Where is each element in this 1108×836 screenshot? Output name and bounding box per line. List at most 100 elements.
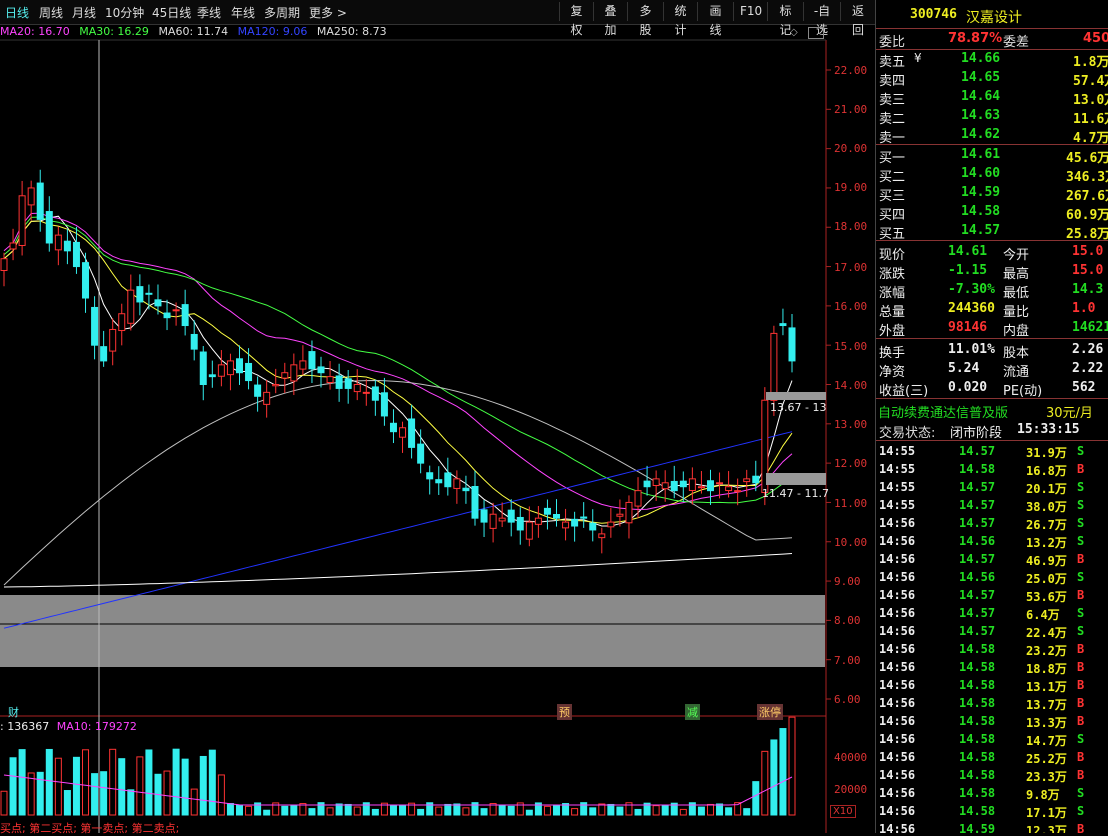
tick-row[interactable]: 14:56 14.58 17.1万 S xyxy=(876,802,1108,820)
tick-row[interactable]: 14:56 14.58 13.7万 B xyxy=(876,694,1108,712)
tick-row[interactable]: 14:56 14.56 13.2万 S xyxy=(876,532,1108,550)
trade-status-label: 交易状态: xyxy=(879,426,936,441)
candle xyxy=(371,386,379,401)
tick-row[interactable]: 14:56 14.57 53.6万 B xyxy=(876,586,1108,604)
volume-bar xyxy=(661,805,669,816)
ask-level: 卖四 14.65 57.4万 xyxy=(876,69,1108,89)
stat-label: 流通 xyxy=(1003,365,1030,380)
tick-price: 14.58 xyxy=(959,660,996,674)
kline-chart[interactable] xyxy=(0,0,875,833)
event-tag-finance[interactable]: 财 xyxy=(6,704,21,720)
tick-price: 14.58 xyxy=(959,642,996,656)
tick-direction: S xyxy=(1077,570,1085,584)
stat-row: 现价 14.61 今开 15.0 xyxy=(876,243,1108,263)
tick-time: 14:56 xyxy=(879,822,916,833)
event-tag-limit-up[interactable]: 涨停 xyxy=(757,704,783,720)
volume-bar xyxy=(571,808,579,816)
tick-row[interactable]: 14:56 14.58 25.2万 B xyxy=(876,748,1108,766)
tick-price: 14.58 xyxy=(959,714,996,728)
stat-label: 现价 xyxy=(879,248,906,263)
tick-volume: 25.0万 xyxy=(1026,572,1067,586)
candle xyxy=(589,522,597,531)
tick-row[interactable]: 14:56 14.58 18.8万 B xyxy=(876,658,1108,676)
volume-bar xyxy=(163,770,171,816)
candle xyxy=(217,364,225,377)
stat-row: 净资 5.24 流通 2.22 xyxy=(876,360,1108,380)
candle xyxy=(136,286,144,303)
tick-row[interactable]: 14:56 14.57 22.4万 S xyxy=(876,622,1108,640)
candle xyxy=(408,418,416,448)
volume-bar xyxy=(743,808,751,816)
candle xyxy=(353,384,361,393)
tick-row[interactable]: 14:56 14.57 26.7万 S xyxy=(876,514,1108,532)
price-tick: 15.00 xyxy=(834,340,868,353)
candle xyxy=(489,513,497,529)
candle xyxy=(54,234,62,251)
candle xyxy=(18,195,26,246)
price-tick: 11.00 xyxy=(834,497,868,510)
tick-volume: 22.4万 xyxy=(1026,626,1067,640)
tick-volume: 25.2万 xyxy=(1026,752,1067,766)
stat-value: 14621 xyxy=(1072,320,1108,335)
volume-bar xyxy=(507,805,515,816)
tick-price: 14.58 xyxy=(959,768,996,782)
tick-row[interactable]: 14:56 14.58 23.3万 B xyxy=(876,766,1108,784)
price-tick: 8.00 xyxy=(834,614,861,627)
volume-legend: : 136367 MA10: 179272 xyxy=(0,720,137,733)
candle xyxy=(571,518,579,527)
tick-row[interactable]: 14:56 14.58 9.8万 S xyxy=(876,784,1108,802)
candle xyxy=(299,360,307,370)
tick-row[interactable]: 14:56 14.59 12.3万 B xyxy=(876,820,1108,833)
price-tick: 14.00 xyxy=(834,379,868,392)
stat-row: 外盘 98146 内盘 14621 xyxy=(876,319,1108,339)
signal-bar: 买点; 第二买点; 第一卖点; 第二卖点; xyxy=(0,820,825,835)
tick-volume: 53.6万 xyxy=(1026,590,1067,604)
tick-direction: B xyxy=(1077,588,1085,602)
tick-row[interactable]: 14:56 14.57 46.9万 B xyxy=(876,550,1108,568)
tick-row[interactable]: 14:56 14.56 25.0万 S xyxy=(876,568,1108,586)
bid-price: 14.58 xyxy=(961,204,1001,219)
stat-value: 2.22 xyxy=(1072,361,1104,376)
candle xyxy=(199,351,207,386)
volume-bar xyxy=(543,805,551,816)
volume-bar xyxy=(706,803,714,816)
promo-price[interactable]: 30元/月 xyxy=(1046,402,1093,421)
volume-bar xyxy=(353,806,361,816)
event-tag-forecast[interactable]: 预 xyxy=(557,704,572,720)
candle xyxy=(471,485,479,519)
event-tag-reduce[interactable]: 减 xyxy=(685,704,700,720)
promo-text[interactable]: 自动续费通达信普及版 xyxy=(878,402,1008,421)
stat-label: PE(动) xyxy=(1003,384,1043,399)
tick-row[interactable]: 14:56 14.58 23.2万 B xyxy=(876,640,1108,658)
bid-volume: 60.9万 xyxy=(1066,208,1108,223)
tick-price: 14.56 xyxy=(959,534,996,548)
ask-level: 卖一 14.62 4.7万 xyxy=(876,126,1108,146)
tick-row[interactable]: 14:56 14.58 14.7万 S xyxy=(876,730,1108,748)
tick-price: 14.57 xyxy=(959,480,996,494)
ask-volume: 57.4万 xyxy=(1073,74,1108,89)
vol-ma5-value: : 136367 xyxy=(0,720,50,733)
price-tick: 16.00 xyxy=(834,300,868,313)
volume-bar xyxy=(27,772,35,816)
bid-level: 买二 14.60 346.3万 xyxy=(876,165,1108,185)
tick-row[interactable]: 14:56 14.58 13.1万 B xyxy=(876,676,1108,694)
candle xyxy=(127,289,135,324)
tick-row[interactable]: 14:56 14.57 6.4万 S xyxy=(876,604,1108,622)
volume-bar xyxy=(281,805,289,816)
bid-label: 买四 xyxy=(879,208,906,223)
tick-volume: 26.7万 xyxy=(1026,518,1067,532)
tick-row[interactable]: 14:56 14.58 13.3万 B xyxy=(876,712,1108,730)
bid-price: 14.61 xyxy=(961,147,1001,162)
promo-row[interactable]: 自动续费通达信普及版 30元/月 xyxy=(876,401,1108,421)
volume-bar xyxy=(0,790,8,816)
tick-row[interactable]: 14:55 14.57 20.1万 S xyxy=(876,478,1108,496)
volume-unit: X10 xyxy=(830,805,856,818)
tick-direction: B xyxy=(1077,696,1085,710)
tick-price: 14.58 xyxy=(959,786,996,800)
tick-row[interactable]: 14:55 14.57 31.9万 S xyxy=(876,442,1108,460)
weibi-value: 78.87% xyxy=(948,31,1003,46)
tick-row[interactable]: 14:55 14.57 38.0万 S xyxy=(876,496,1108,514)
tick-row[interactable]: 14:55 14.58 16.8万 B xyxy=(876,460,1108,478)
candle xyxy=(45,211,53,244)
weibi-label: 委比 xyxy=(879,35,906,50)
